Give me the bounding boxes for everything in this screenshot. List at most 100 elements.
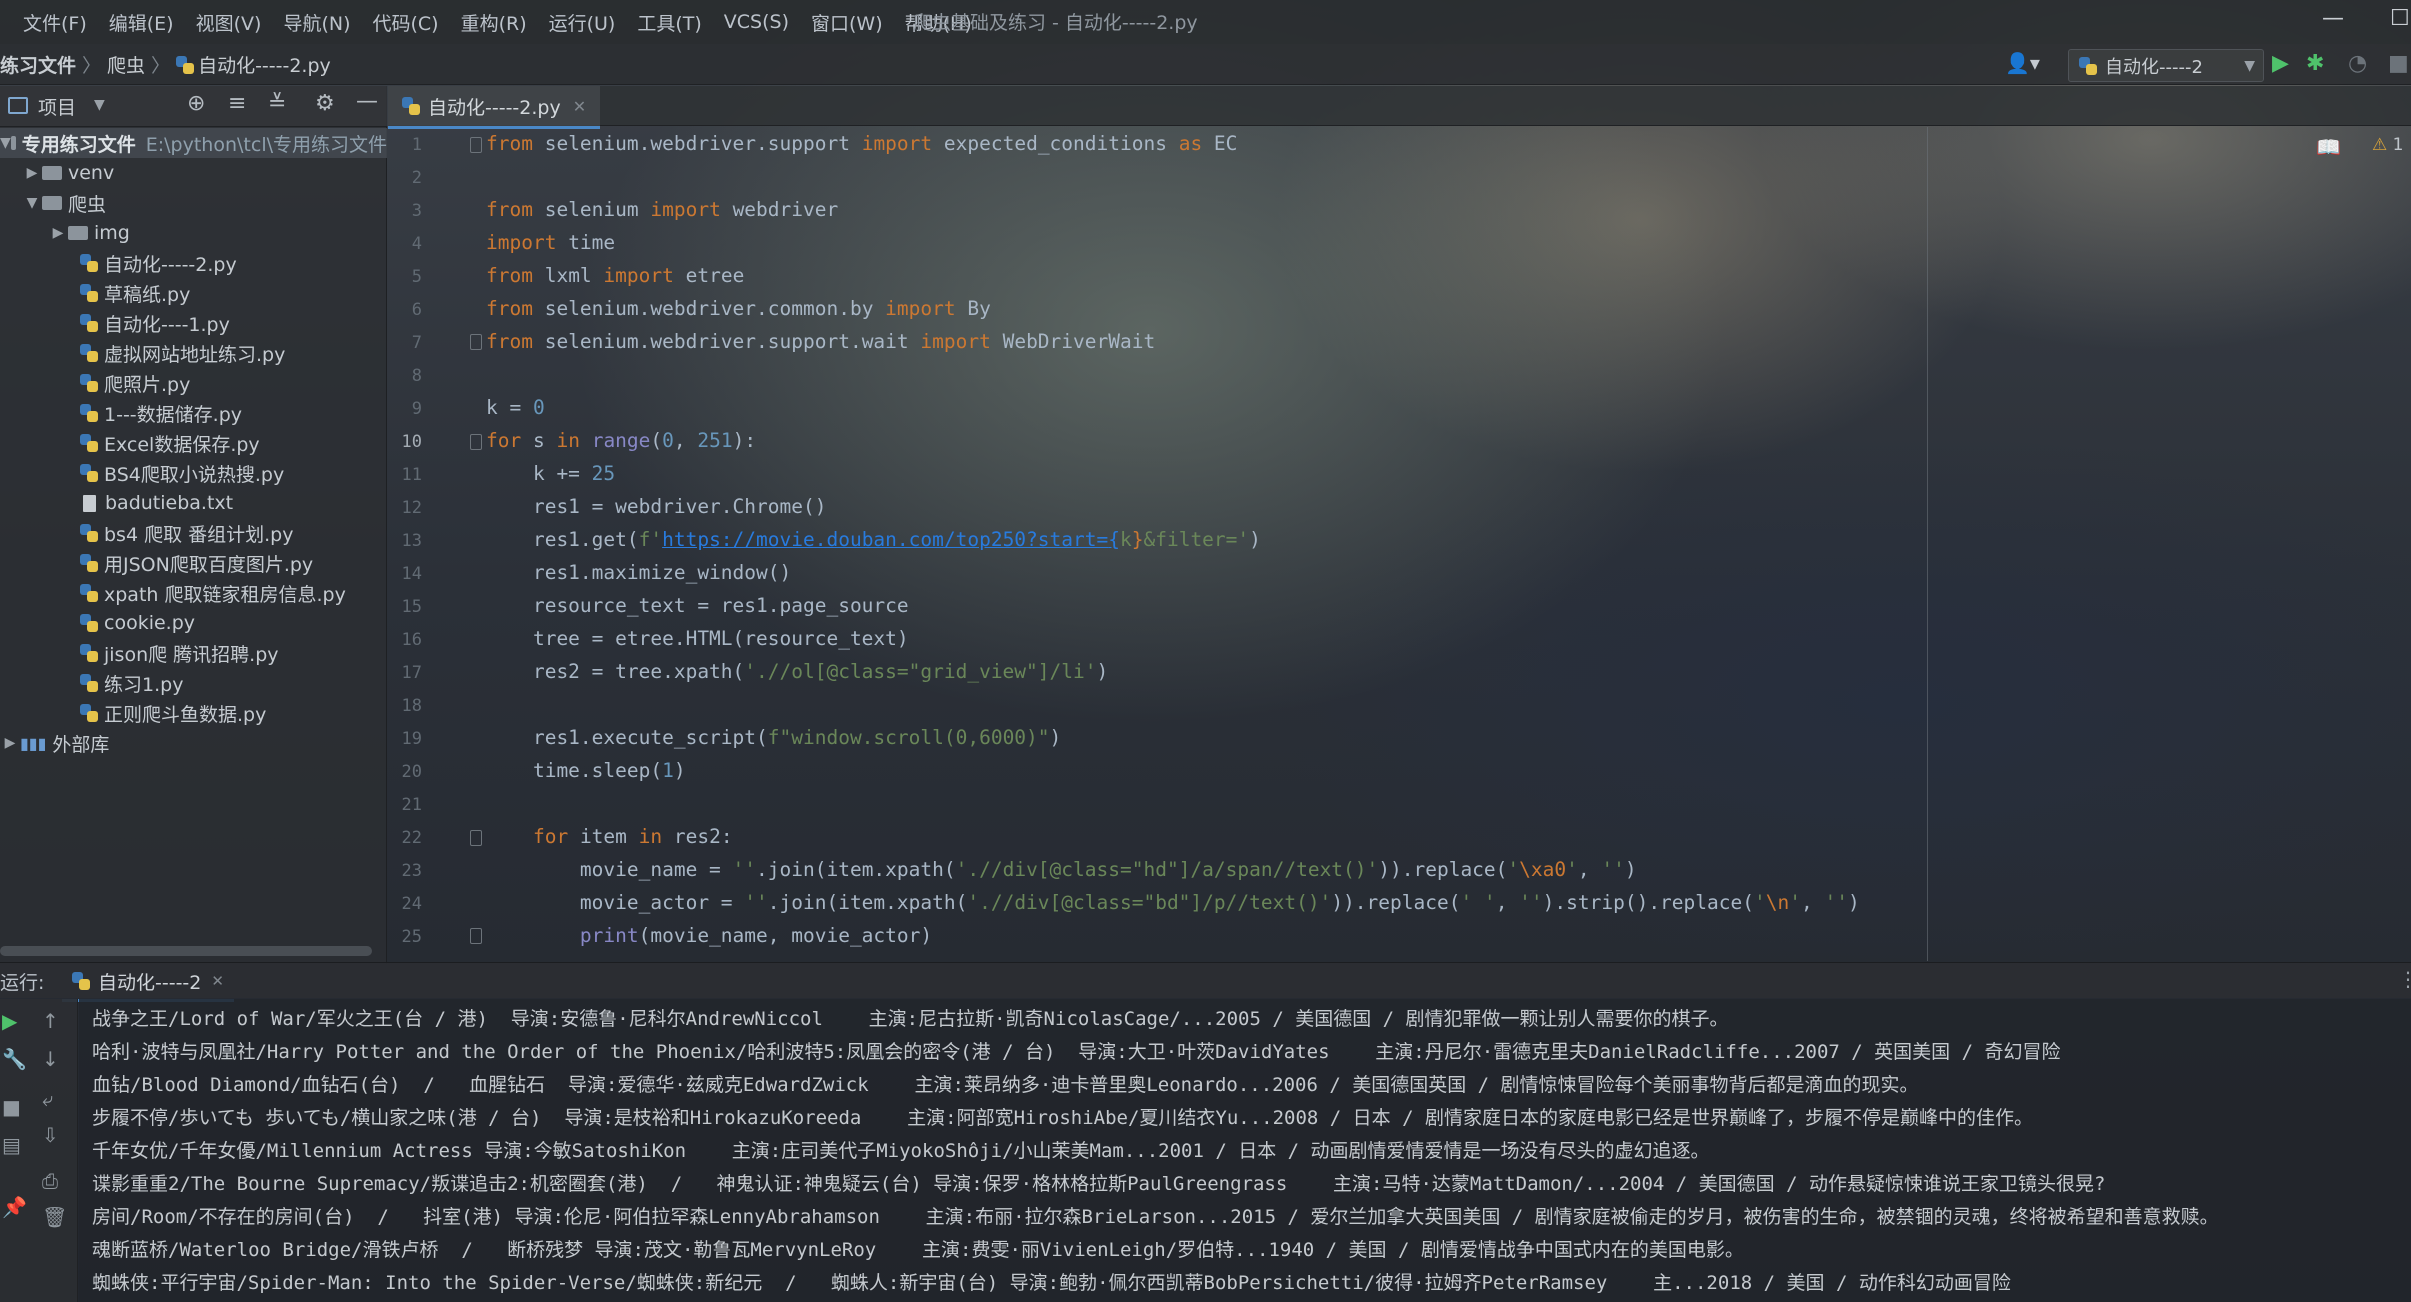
minimize-icon[interactable]: — (2322, 6, 2344, 31)
warning-badge[interactable]: ⚠ 1 (2372, 135, 2403, 155)
navigation-bar: 练习文件 〉 爬虫 〉 自动化-----2.py 👤▾ 自动化-----2 ▼ … (0, 44, 2411, 85)
breadcrumb-file[interactable]: 自动化-----2.py (198, 51, 331, 78)
tree-item-file[interactable]: 练习1.py (0, 668, 183, 698)
menu-code[interactable]: 代码(C) (361, 9, 449, 36)
fold-marker-icon[interactable] (470, 137, 482, 153)
tree-item-img[interactable]: ▶ img (0, 218, 130, 248)
fold-marker-icon[interactable] (470, 928, 482, 944)
chevron-down-icon[interactable]: ▼ (94, 97, 105, 113)
user-icon[interactable]: 👤▾ (2005, 51, 2040, 75)
run-tab-label: 自动化-----2 (98, 971, 202, 994)
folder-icon (10, 136, 16, 150)
tree-item-file[interactable]: 1---数据储存.py (0, 398, 242, 428)
tree-item-file[interactable]: cookie.py (0, 608, 195, 638)
tree-item-file[interactable]: 自动化-----2.py (0, 248, 237, 278)
menu-navigate[interactable]: 导航(N) (272, 9, 361, 36)
menu-edit[interactable]: 编辑(E) (98, 9, 185, 36)
more-options-icon[interactable]: ⋮ (2398, 967, 2411, 991)
python-file-icon (176, 55, 195, 74)
tree-item-file[interactable]: jison爬 腾讯招聘.py (0, 638, 279, 668)
reader-mode-icon[interactable]: 📖 (2316, 135, 2341, 159)
console-line: 千年女优/千年女優/Millennium Actress 导演:今敏Satosh… (92, 1140, 1710, 1162)
chevron-right-icon: ▶ (4, 735, 16, 751)
menu-view[interactable]: 视图(V) (185, 9, 273, 36)
code-editor[interactable]: 1 2 3 4 5 6 7 8 9 10 11 12 13 14 15 16 1… (388, 127, 2411, 961)
python-file-icon (80, 404, 98, 422)
breadcrumb-folder[interactable]: 爬虫 (107, 51, 145, 78)
tree-item-file[interactable]: BS4爬取小说热搜.py (0, 458, 284, 488)
code-line: from selenium import webdriver (486, 198, 839, 221)
file-label: badutieba.txt (105, 492, 234, 514)
wrench-icon[interactable]: 🔧 (2, 1047, 27, 1071)
menu-window[interactable]: 窗口(W) (800, 9, 894, 36)
tree-item-file[interactable]: bs4 爬取 番组计划.py (0, 518, 293, 548)
run-icon[interactable]: ▶ (2272, 51, 2289, 76)
code-line: import time (486, 231, 616, 254)
locate-icon[interactable]: ⊕ (187, 91, 205, 116)
debug-icon[interactable]: ✱ (2306, 51, 2324, 76)
menu-tools[interactable]: 工具(T) (626, 9, 712, 36)
run-console-output[interactable]: 战争之王/Lord of War/军火之王(台 / 港) 导演:安德鲁·尼科尔A… (79, 999, 2411, 1302)
stop-icon[interactable]: ■ (2388, 51, 2409, 76)
editor-tab-active[interactable]: 自动化-----2.py ✕ (388, 86, 601, 129)
line-number: 15 (401, 597, 422, 617)
hide-panel-icon[interactable]: — (356, 89, 378, 114)
python-file-icon (80, 434, 98, 452)
print-icon[interactable]: ⎙ (42, 1169, 58, 1193)
run-tab[interactable]: 自动化-----2 ✕ (62, 963, 234, 1002)
code-line: res1.maximize_window() (486, 561, 792, 584)
scroll-to-end-icon[interactable]: ⇩ (42, 1123, 59, 1147)
tree-item-external-libraries[interactable]: ▶ ▮▮▮ 外部库 (0, 728, 110, 758)
gear-icon[interactable]: ⚙ (315, 91, 335, 116)
scroll-up-icon[interactable]: ↑ (42, 1009, 59, 1033)
fold-marker-icon[interactable] (470, 830, 482, 846)
tree-item-file[interactable]: 草稿纸.py (0, 278, 190, 308)
file-label: 用JSON爬取百度图片.py (104, 553, 314, 576)
close-icon[interactable]: ✕ (573, 97, 586, 116)
expand-all-icon[interactable]: ≡ (228, 91, 246, 116)
code-line: from selenium.webdriver.common.by import… (486, 297, 991, 320)
tree-item-file[interactable]: xpath 爬取链家租房信息.py (0, 578, 346, 608)
python-file-icon (80, 254, 98, 272)
code-line: tree = etree.HTML(resource_text) (486, 627, 909, 650)
run-configuration-select[interactable]: 自动化-----2 ▼ (2068, 49, 2264, 82)
tree-item-venv[interactable]: ▶ venv (0, 158, 115, 188)
project-toolbar: 项目 ▼ ⊕ ≡ ≚ ⚙ — (0, 86, 387, 127)
tree-item-file[interactable]: 正则爬斗鱼数据.py (0, 698, 266, 728)
collapse-all-icon[interactable]: ≚ (268, 91, 286, 116)
project-panel-title[interactable]: 项目 (38, 93, 76, 120)
soft-wrap-icon[interactable]: ⤶ (42, 1087, 53, 1111)
pin-icon[interactable]: 📌 (2, 1195, 27, 1219)
fold-marker-icon[interactable] (470, 434, 482, 450)
tree-item-spider-folder[interactable]: ▼ 爬虫 (0, 188, 106, 218)
close-icon[interactable]: ✕ (211, 972, 224, 990)
menu-refactor[interactable]: 重构(R) (450, 9, 538, 36)
code-line: movie_actor = ''.join(item.xpath('.//div… (486, 891, 1860, 914)
menu-file[interactable]: 文件(F) (12, 9, 98, 36)
tree-item-file[interactable]: 自动化----1.py (0, 308, 230, 338)
python-file-icon (80, 464, 98, 482)
tree-item-file[interactable]: 用JSON爬取百度图片.py (0, 548, 313, 578)
layout-icon[interactable]: ▤ (2, 1133, 21, 1157)
trash-icon[interactable]: 🗑 (42, 1205, 67, 1229)
scroll-down-icon[interactable]: ↓ (42, 1047, 59, 1071)
rerun-icon[interactable]: ▶ (2, 1009, 17, 1033)
library-icon: ▮▮▮ (20, 733, 47, 753)
line-number: 21 (401, 795, 422, 815)
coverage-icon[interactable]: ◔ (2348, 51, 2367, 76)
menu-run[interactable]: 运行(U) (538, 9, 627, 36)
horizontal-scrollbar[interactable] (0, 946, 372, 956)
python-file-icon (80, 614, 98, 632)
line-number: 13 (401, 531, 422, 551)
tree-item-root[interactable]: ▼ 专用练习文件 E:\python\tcl\专用练习文件 (0, 128, 387, 158)
tree-item-file[interactable]: Excel数据保存.py (0, 428, 260, 458)
breadcrumb-project[interactable]: 练习文件 (0, 51, 76, 78)
line-number: 12 (401, 498, 422, 518)
tree-item-file[interactable]: 爬照片.py (0, 368, 190, 398)
stop-icon[interactable]: ■ (2, 1095, 21, 1119)
tree-item-file[interactable]: 虚拟网站地址练习.py (0, 338, 285, 368)
maximize-icon[interactable]: ☐ (2390, 6, 2410, 31)
fold-marker-icon[interactable] (470, 334, 482, 350)
menu-vcs[interactable]: VCS(S) (713, 11, 800, 33)
tree-item-file[interactable]: badutieba.txt (0, 488, 233, 518)
